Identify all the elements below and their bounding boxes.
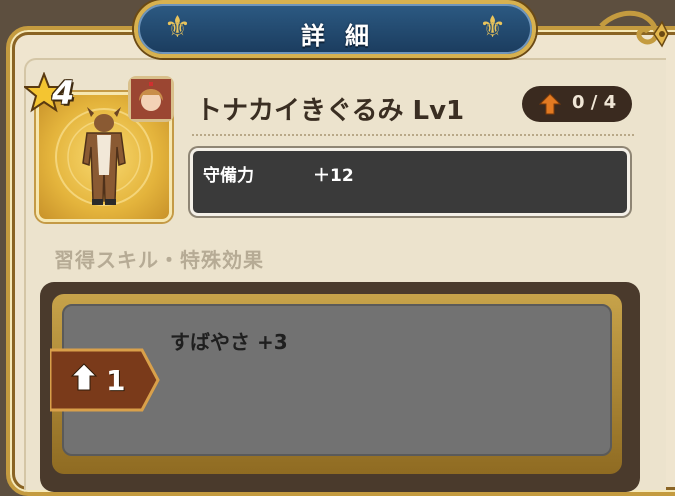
skill-unlock-level: 1 [106, 364, 126, 397]
upgrade-progress-badge: 0 / 4 [522, 86, 632, 122]
stat-value-defense: ＋12 [313, 166, 354, 186]
rarity-value: 4 [52, 74, 75, 112]
item-name: トナカイきぐるみ Lv1 [196, 96, 465, 126]
character-portrait-avatar[interactable] [128, 76, 174, 122]
skill-unlock-tab [50, 348, 160, 412]
title-banner: ⚜ 詳細 ⚜ [134, 0, 536, 58]
corner-ornament-icon [599, 10, 669, 48]
upgrade-progress-value: 0 / 4 [572, 92, 617, 113]
skills-section-title: 習得スキル・特殊効果 [54, 248, 264, 272]
page-title: 詳細 [301, 22, 389, 50]
skill-effect-text: すばやさ +3 [170, 330, 288, 354]
stat-label-defense: 守備力 [203, 166, 254, 186]
upgrade-arrow-icon [538, 93, 562, 115]
divider [192, 134, 634, 136]
stats-box: 守備力 ＋12 [190, 148, 630, 216]
fleur-de-lis-right-icon: ⚜ [479, 10, 506, 45]
